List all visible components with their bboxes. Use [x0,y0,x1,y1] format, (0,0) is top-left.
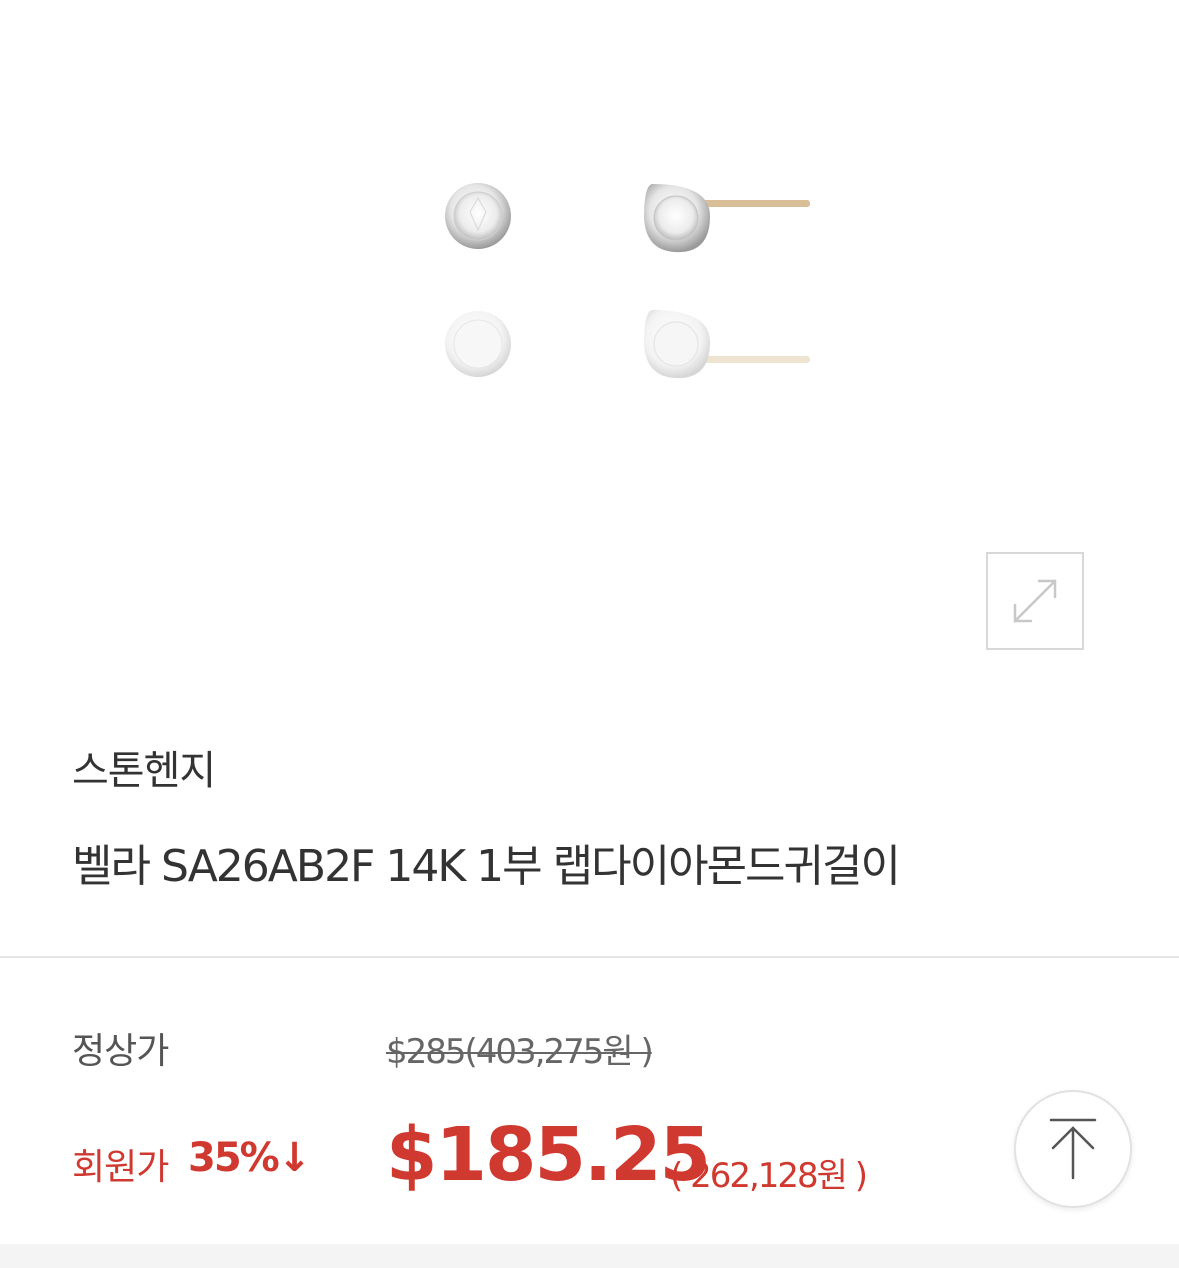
product-detail-page: 스톤헨지 벨라 SA26AB2F 14K 1부 랩다이아몬드귀걸이 정상가 $2… [0,0,1179,1268]
brand-name[interactable]: 스톤헨지 [72,738,216,796]
scroll-to-top-button[interactable] [1014,1090,1132,1208]
product-image-area [0,0,1179,690]
member-price-krw: ( 262,128원 ) [670,1156,868,1196]
regular-price: $285(403,275원 ) [386,1032,654,1072]
product-title: 벨라 SA26AB2F 14K 1부 랩다이아몬드귀걸이 [72,841,901,892]
member-price-label: 회원가 [72,1147,169,1188]
regular-price-label: 정상가 [72,1031,169,1072]
diamond-earrings-image [445,183,810,379]
arrow-up-to-top-icon [1049,1118,1097,1180]
section-divider [0,956,1179,958]
zoom-image-button[interactable] [986,552,1084,650]
member-price: $185.25 [386,1112,711,1198]
expand-arrows-icon [1013,579,1057,623]
member-discount-rate: 35%↓ [188,1135,311,1181]
bottom-strip [0,1244,1179,1268]
